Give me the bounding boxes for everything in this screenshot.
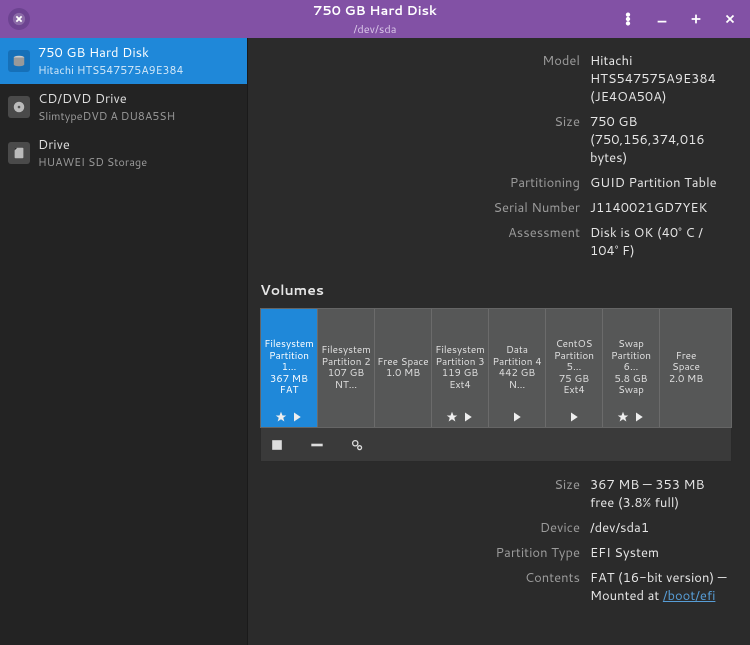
star-icon (617, 411, 629, 423)
volume-segment[interactable]: SwapPartition 6…5.8 GB Swap (603, 309, 660, 427)
volume-indicators (617, 411, 645, 423)
label-assessment: Assessment (248, 224, 580, 260)
window-title: 750 GB Hard Disk (313, 2, 437, 20)
volume-subtitle: Partition 1… (263, 351, 315, 374)
play-icon (511, 411, 523, 423)
value-size: 750 GB (750,156,374,016 bytes) (590, 113, 732, 167)
settings-button[interactable] (349, 437, 365, 453)
delete-partition-button[interactable] (309, 437, 325, 453)
kebab-icon (621, 12, 635, 26)
label-sel-size: Size (248, 476, 580, 512)
main-panel: Model Hitachi HTS547575A9E384 (JE4OA50A)… (248, 38, 750, 645)
label-size: Size (248, 113, 580, 167)
play-icon (633, 411, 645, 423)
volume-size: 119 GB Ext4 (434, 368, 486, 391)
volume-size: 107 GB NT… (320, 368, 372, 391)
volume-size: 2.0 MB (669, 374, 703, 386)
label-sel-ptype: Partition Type (248, 544, 580, 562)
volume-size: 75 GB Ext4 (548, 374, 600, 397)
volume-segment[interactable]: FilesystemPartition 1…367 MB FAT (261, 309, 318, 427)
value-assessment: Disk is OK (40° C / 104° F) (590, 224, 732, 260)
label-sel-contents: Contents (248, 569, 580, 605)
maximize-icon (689, 12, 703, 26)
volume-indicators (275, 411, 303, 423)
star-icon (275, 411, 287, 423)
volume-size: 5.8 GB Swap (605, 374, 657, 397)
value-partitioning: GUID Partition Table (590, 174, 732, 192)
volume-segment[interactable]: FilesystemPartition 3119 GB Ext4 (432, 309, 489, 427)
volume-size: 367 MB FAT (263, 374, 315, 397)
value-sel-contents: FAT (16-bit version) — Mounted at /boot/… (590, 569, 732, 605)
volume-size: 1.0 MB (386, 368, 420, 380)
volumes-heading: Volumes (260, 280, 732, 300)
value-sel-size: 367 MB — 353 MB free (3.8% full) (590, 476, 732, 512)
window-subtitle: /dev/sda (353, 21, 396, 37)
volume-segment[interactable]: FilesystemPartition 2107 GB NT… (318, 309, 375, 427)
play-icon (568, 411, 580, 423)
maximize-button[interactable] (684, 7, 708, 31)
value-serial: J1140021GD7YEK (590, 199, 732, 217)
mount-point-link[interactable]: /boot/efi (663, 587, 716, 605)
value-sel-device: /dev/sda1 (590, 519, 732, 537)
close-icon (723, 12, 737, 26)
volume-segment[interactable]: DataPartition 4442 GB N… (489, 309, 546, 427)
minus-icon (310, 438, 324, 452)
menu-button[interactable] (616, 7, 640, 31)
volume-segment[interactable]: Free Space2.0 MB (660, 309, 712, 427)
volume-subtitle: Partition 6… (605, 351, 657, 374)
value-sel-ptype: EFI System (590, 544, 732, 562)
volume-indicators (568, 411, 580, 423)
gears-icon (350, 438, 364, 452)
star-icon (446, 411, 458, 423)
close-icon (12, 12, 26, 26)
label-serial: Serial Number (248, 199, 580, 217)
volume-title: Free Space (662, 351, 710, 374)
volume-indicators (511, 411, 523, 423)
titlebar: 750 GB Hard Disk /dev/sda (0, 0, 750, 38)
unmount-button[interactable] (269, 437, 285, 453)
label-model: Model (248, 52, 580, 106)
volume-subtitle: Partition 5… (548, 351, 600, 374)
volume-segment[interactable]: Free Space1.0 MB (375, 309, 432, 427)
volume-size: 442 GB N… (491, 368, 543, 391)
label-partitioning: Partitioning (248, 174, 580, 192)
play-icon (462, 411, 474, 423)
play-icon (291, 411, 303, 423)
stop-icon (270, 438, 284, 452)
value-model: Hitachi HTS547575A9E384 (JE4OA50A) (590, 52, 732, 106)
minimize-icon (655, 12, 669, 26)
volume-segment[interactable]: CentOSPartition 5…75 GB Ext4 (546, 309, 603, 427)
close-button[interactable] (718, 7, 742, 31)
volumes-bar: FilesystemPartition 1…367 MB FATFilesyst… (260, 308, 732, 428)
volume-toolbar (260, 428, 732, 462)
volume-indicators (446, 411, 474, 423)
close-window-button[interactable] (8, 8, 30, 30)
label-sel-device: Device (248, 519, 580, 537)
minimize-button[interactable] (650, 7, 674, 31)
